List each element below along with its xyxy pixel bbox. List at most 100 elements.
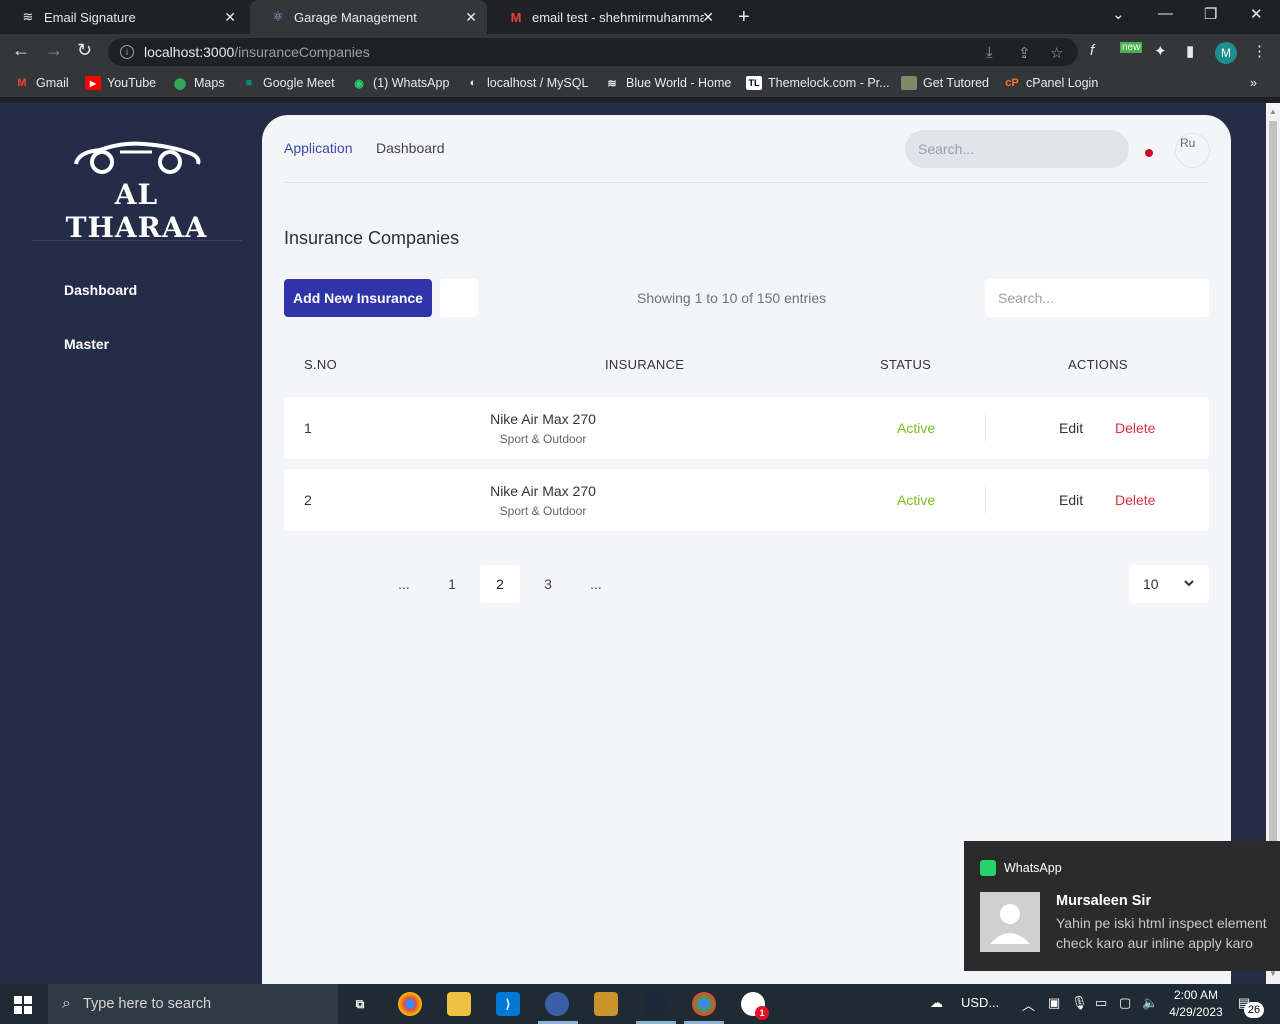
- new-tab-icon[interactable]: +: [738, 6, 750, 29]
- insurance-cell: Nike Air Max 270 Sport & Outdoor: [443, 411, 643, 446]
- youtube-icon: ▶: [85, 76, 101, 90]
- game-icon[interactable]: [594, 992, 618, 1016]
- user-avatar[interactable]: Ru: [1175, 133, 1210, 168]
- windows-start-icon[interactable]: [14, 996, 32, 1014]
- toast-app-name: WhatsApp: [1004, 861, 1062, 875]
- delete-button[interactable]: Delete: [1115, 420, 1155, 436]
- add-new-insurance-button[interactable]: Add New Insurance: [284, 279, 432, 317]
- menu-kebab-icon[interactable]: ⋮: [1252, 42, 1267, 60]
- pagination-ellipsis-prev[interactable]: ...: [384, 565, 424, 603]
- delete-button[interactable]: Delete: [1115, 492, 1155, 508]
- profile-avatar[interactable]: M: [1215, 42, 1237, 64]
- steam-icon[interactable]: [643, 992, 667, 1016]
- row-sno: 2: [304, 492, 312, 508]
- scroll-up-icon[interactable]: ▲: [1269, 107, 1277, 116]
- edit-button[interactable]: Edit: [1059, 420, 1083, 436]
- header-search-input[interactable]: Search...: [905, 130, 1129, 168]
- address-bar[interactable]: i localhost:3000/insuranceCompanies: [108, 38, 1078, 66]
- restore-icon[interactable]: ❐: [1204, 5, 1217, 23]
- notification-dot-icon[interactable]: [1145, 149, 1153, 157]
- secondary-action-button[interactable]: [440, 279, 478, 317]
- bookmark-get-tutored[interactable]: Get Tutored: [901, 76, 989, 90]
- meet-icon: ■: [245, 77, 253, 89]
- minimize-icon[interactable]: —: [1158, 5, 1173, 22]
- per-page-select[interactable]: 10: [1129, 565, 1209, 603]
- battery-icon[interactable]: ▭: [1095, 995, 1107, 1011]
- chrome-icon[interactable]: [398, 992, 422, 1016]
- install-app-icon[interactable]: ⤓: [986, 44, 993, 61]
- pagination-page-2-current[interactable]: 2: [480, 565, 520, 603]
- task-view-icon[interactable]: ⧉: [348, 992, 372, 1016]
- sender-avatar: [980, 892, 1040, 952]
- breadcrumb-application[interactable]: Application: [284, 140, 353, 156]
- bookmark-blue-world[interactable]: ≋ Blue World - Home: [604, 76, 731, 90]
- close-tab-icon[interactable]: ✕: [224, 9, 236, 26]
- bookmark-google-meet[interactable]: ■ Google Meet: [241, 76, 335, 90]
- edit-button[interactable]: Edit: [1059, 492, 1083, 508]
- sidebar-divider: [32, 240, 242, 241]
- microphone-icon[interactable]: 🎙: [1071, 995, 1088, 1011]
- tab-garage-management[interactable]: ⚛ Garage Management ✕: [250, 0, 487, 34]
- table-search-input[interactable]: Search...: [985, 279, 1209, 317]
- weather-text[interactable]: USD...: [961, 995, 999, 1010]
- pagination-ellipsis-next[interactable]: ...: [576, 565, 616, 603]
- extension-new-icon[interactable]: new: [1120, 42, 1143, 53]
- system-clock[interactable]: 2:00 AM 4/29/2023: [1168, 987, 1224, 1021]
- site-info-icon[interactable]: i: [120, 45, 134, 59]
- insurance-cell: Nike Air Max 270 Sport & Outdoor: [443, 483, 643, 518]
- app-circle-icon[interactable]: [545, 992, 569, 1016]
- volume-icon[interactable]: 🔈: [1142, 995, 1158, 1011]
- bookmark-gmail[interactable]: M Gmail: [14, 76, 68, 90]
- bookmark-themelock[interactable]: TL Themelock.com - Pr...: [746, 76, 890, 90]
- page-title: Insurance Companies: [284, 228, 460, 248]
- show-hidden-icons-icon[interactable]: ︿: [1022, 995, 1035, 1014]
- file-explorer-icon[interactable]: [447, 992, 471, 1016]
- chevron-down-icon: [1184, 580, 1194, 587]
- cpanel-icon: cP: [1005, 77, 1019, 89]
- pagination-page-3[interactable]: 3: [528, 565, 568, 603]
- pagination-page-1[interactable]: 1: [432, 565, 472, 603]
- back-arrow-icon[interactable]: ←: [12, 40, 30, 61]
- sidebar-item-dashboard[interactable]: Dashboard: [64, 282, 137, 298]
- tab-email-signature[interactable]: ≋ Email Signature ✕: [0, 0, 246, 34]
- per-page-value: 10: [1143, 576, 1159, 592]
- close-tab-icon[interactable]: ✕: [465, 9, 477, 26]
- browser-tab-strip: ≋ Email Signature ✕ ⚛ Garage Management …: [0, 0, 1280, 34]
- extensions-puzzle-icon[interactable]: ✦: [1154, 42, 1167, 60]
- taskbar-search-input[interactable]: ⌕ Type here to search: [48, 984, 338, 1024]
- scrollbar-thumb[interactable]: [1269, 121, 1277, 941]
- themelock-icon: TL: [746, 76, 762, 90]
- bookmark-maps[interactable]: ⬤ Maps: [172, 76, 225, 90]
- chrome-profile-icon[interactable]: [692, 992, 716, 1016]
- broken-image-alt: Ru: [1180, 136, 1196, 150]
- react-icon: ⚛: [272, 9, 284, 24]
- whatsapp-notification-toast[interactable]: WhatsApp Mursaleen Sir Yahin pe iski htm…: [964, 841, 1280, 971]
- tab-search-chevron-icon[interactable]: ⌄: [1112, 5, 1125, 23]
- extension-f-icon[interactable]: f: [1090, 42, 1094, 59]
- vscode-icon[interactable]: ⟩: [496, 992, 520, 1016]
- sidebar-item-master[interactable]: Master: [64, 336, 109, 352]
- maps-pin-icon: ⬤: [173, 77, 187, 90]
- meet-now-icon[interactable]: ▣: [1048, 995, 1060, 1011]
- weather-icon[interactable]: ☁: [930, 995, 943, 1011]
- insurance-name: Nike Air Max 270: [490, 411, 596, 427]
- bookmark-star-icon[interactable]: ☆: [1050, 44, 1063, 62]
- whatsapp-taskbar-icon[interactable]: 1: [741, 992, 769, 1020]
- bookmark-mysql[interactable]: ◐ localhost / MySQL: [465, 76, 589, 90]
- bookmark-cpanel[interactable]: cP cPanel Login: [1004, 76, 1098, 90]
- bookmark-youtube[interactable]: ▶ YouTube: [85, 76, 156, 90]
- close-tab-icon[interactable]: ✕: [702, 9, 714, 26]
- close-window-icon[interactable]: ✕: [1250, 5, 1263, 23]
- bookmark-whatsapp[interactable]: ◉ (1) WhatsApp: [351, 76, 449, 90]
- insurance-category: Sport & Outdoor: [499, 432, 587, 446]
- network-icon[interactable]: ▢: [1119, 995, 1131, 1011]
- more-bookmarks-icon[interactable]: »: [1250, 76, 1257, 90]
- reload-icon[interactable]: ↻: [77, 40, 92, 61]
- breadcrumb-dashboard[interactable]: Dashboard: [376, 140, 445, 156]
- brand-logo[interactable]: AL THARAA: [44, 140, 229, 244]
- side-panel-icon[interactable]: ▮: [1186, 42, 1194, 60]
- share-icon[interactable]: ⇪: [1018, 44, 1031, 62]
- forward-arrow-icon[interactable]: →: [45, 40, 63, 61]
- taskbar-search-placeholder: Type here to search: [82, 996, 212, 1012]
- tab-email-test[interactable]: M email test - shehmirmuhammad@ ✕: [488, 0, 724, 34]
